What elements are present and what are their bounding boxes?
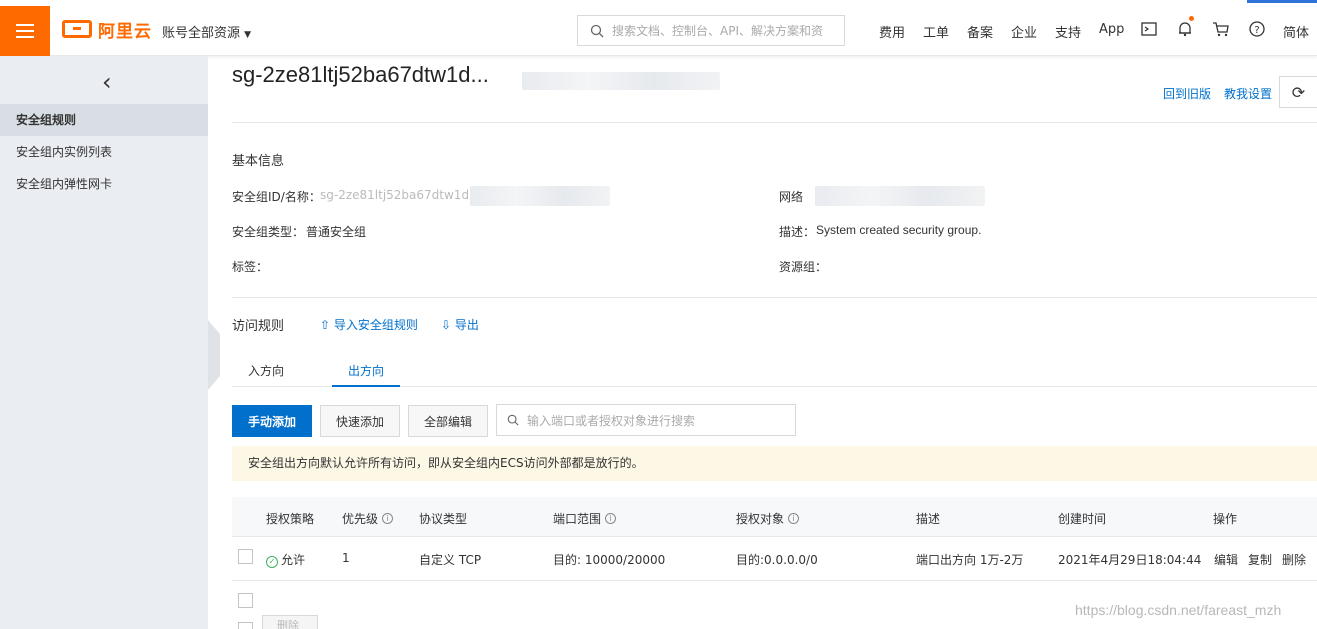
- search-icon: [590, 24, 604, 37]
- rule-search-placeholder: 输入端口或者授权对象进行搜索: [527, 413, 696, 428]
- quick-add-button[interactable]: 快速添加: [320, 405, 400, 437]
- copy-link[interactable]: 复制: [1248, 551, 1272, 568]
- info-icon[interactable]: i: [605, 513, 617, 524]
- top-navbar: 阿里云 账号全部资源 ▼ 搜索文档、控制台、API、解决方案和资 费用 工单 备…: [0, 0, 1317, 56]
- cell-protocol: 自定义 TCP: [419, 553, 482, 567]
- sg-id-label: 安全组ID/名称：: [232, 190, 321, 204]
- sidebar-item-rules[interactable]: 安全组规则: [0, 104, 208, 136]
- row-divider: [232, 536, 1317, 537]
- desc-value: System created security group.: [816, 223, 982, 237]
- logo-text: 阿里云: [98, 21, 152, 42]
- info-icon[interactable]: i: [382, 513, 394, 524]
- import-rules-link[interactable]: ⇧ 导入安全组规则: [320, 316, 418, 333]
- sg-type-label: 安全组类型：: [232, 225, 305, 239]
- redacted-network: [815, 186, 985, 206]
- sidebar-item-instances[interactable]: 安全组内实例列表: [0, 136, 208, 168]
- teach-settings-link[interactable]: 教我设置: [1224, 85, 1272, 102]
- info-icon[interactable]: i: [788, 513, 800, 524]
- help-icon[interactable]: ?: [1248, 20, 1266, 38]
- active-tab-indicator: [332, 385, 400, 387]
- back-chevron-icon[interactable]: ‹: [102, 68, 112, 96]
- logo-icon: [62, 20, 92, 38]
- select-all-checkbox[interactable]: [238, 622, 253, 629]
- bell-icon[interactable]: [1176, 20, 1194, 38]
- cart-icon[interactable]: [1212, 20, 1230, 38]
- caret-down-icon: ▼: [244, 30, 252, 40]
- col-priority: 优先级 i: [342, 510, 394, 527]
- page-title: sg-2ze81ltj52ba67dtw1d...: [232, 62, 489, 87]
- export-link[interactable]: ⇩ 导出: [441, 316, 479, 333]
- watermark: https://blog.csdn.net/fareast_mzh: [1075, 602, 1282, 618]
- row-checkbox[interactable]: [238, 593, 253, 608]
- col-port: 端口范围 i: [553, 510, 617, 527]
- manual-add-button[interactable]: 手动添加: [232, 405, 312, 437]
- account-resources-dropdown[interactable]: 账号全部资源 ▼: [162, 22, 251, 41]
- check-circle-icon: ✓: [266, 556, 278, 568]
- terminal-icon[interactable]: [1140, 20, 1158, 38]
- divider: [232, 297, 1317, 298]
- nav-tickets[interactable]: 工单: [923, 22, 949, 41]
- tab-outbound[interactable]: 出方向: [348, 362, 384, 379]
- divider: [232, 122, 1317, 123]
- outbound-notice: 安全组出方向默认允许所有访问，即从安全组内ECS访问外部都是放行的。: [232, 446, 1317, 481]
- access-rules-title: 访问规则: [232, 319, 285, 334]
- sidebar: ‹ 安全组规则 安全组内实例列表 安全组内弹性网卡: [0, 56, 208, 629]
- col-actions: 操作: [1213, 512, 1238, 526]
- col-target: 授权对象 i: [736, 510, 800, 527]
- topbar-accent: [1247, 0, 1317, 3]
- cell-port: 目的: 10000/20000: [553, 553, 666, 567]
- svg-text:?: ?: [1254, 25, 1259, 36]
- basic-info-title: 基本信息: [232, 154, 285, 169]
- rule-search-input[interactable]: 输入端口或者授权对象进行搜索: [496, 404, 796, 436]
- back-to-old-link[interactable]: 回到旧版: [1163, 85, 1211, 102]
- col-desc: 描述: [916, 512, 941, 526]
- nav-app[interactable]: App: [1099, 22, 1124, 37]
- sidebar-item-eni[interactable]: 安全组内弹性网卡: [0, 168, 208, 200]
- edit-link[interactable]: 编辑: [1214, 551, 1238, 568]
- notification-dot: [1189, 16, 1194, 21]
- cell-target: 目的:0.0.0.0/0: [736, 553, 818, 567]
- col-policy: 授权策略: [266, 512, 315, 526]
- tag-label: 标签：: [232, 260, 269, 274]
- delete-link[interactable]: 删除: [1282, 551, 1306, 568]
- redacted-name: [522, 72, 720, 90]
- sidebar-collapse-handle[interactable]: [208, 320, 220, 390]
- tab-inbound[interactable]: 入方向: [248, 362, 284, 379]
- search-placeholder: 搜索文档、控制台、API、解决方案和资: [612, 24, 823, 38]
- nav-support[interactable]: 支持: [1055, 22, 1081, 41]
- resource-group-label: 资源组：: [779, 260, 828, 274]
- cell-desc: 端口出方向 1万-2万: [916, 553, 1024, 567]
- sg-type-value: 普通安全组: [306, 225, 367, 239]
- desc-label: 描述：: [779, 225, 816, 239]
- edit-all-button[interactable]: 全部编辑: [408, 405, 488, 437]
- col-protocol: 协议类型: [419, 512, 468, 526]
- row-divider: [232, 580, 1317, 581]
- refresh-button[interactable]: ⟳: [1279, 76, 1317, 108]
- nav-fees[interactable]: 费用: [879, 22, 905, 41]
- global-search-input[interactable]: 搜索文档、控制台、API、解决方案和资: [577, 15, 845, 46]
- upload-icon: ⇧: [320, 318, 334, 332]
- cell-policy: ✓ 允许: [266, 551, 305, 568]
- nav-icp[interactable]: 备案: [967, 22, 993, 41]
- search-icon: [507, 414, 519, 426]
- row-checkbox[interactable]: [238, 549, 253, 564]
- nav-enterprise[interactable]: 企业: [1011, 22, 1037, 41]
- download-icon: ⇩: [441, 318, 455, 332]
- cell-created: 2021年4月29日18:04:44: [1058, 553, 1202, 567]
- network-label: 网络: [779, 190, 804, 204]
- col-created: 创建时间: [1058, 512, 1107, 526]
- aliyun-logo[interactable]: 阿里云: [62, 18, 152, 42]
- batch-delete-button[interactable]: 删除: [262, 615, 318, 629]
- redacted-id: [470, 186, 610, 206]
- menu-button[interactable]: [0, 6, 50, 56]
- cell-priority: 1: [342, 551, 350, 565]
- refresh-icon: ⟳: [1291, 82, 1306, 102]
- language-switch[interactable]: 简体: [1283, 22, 1309, 41]
